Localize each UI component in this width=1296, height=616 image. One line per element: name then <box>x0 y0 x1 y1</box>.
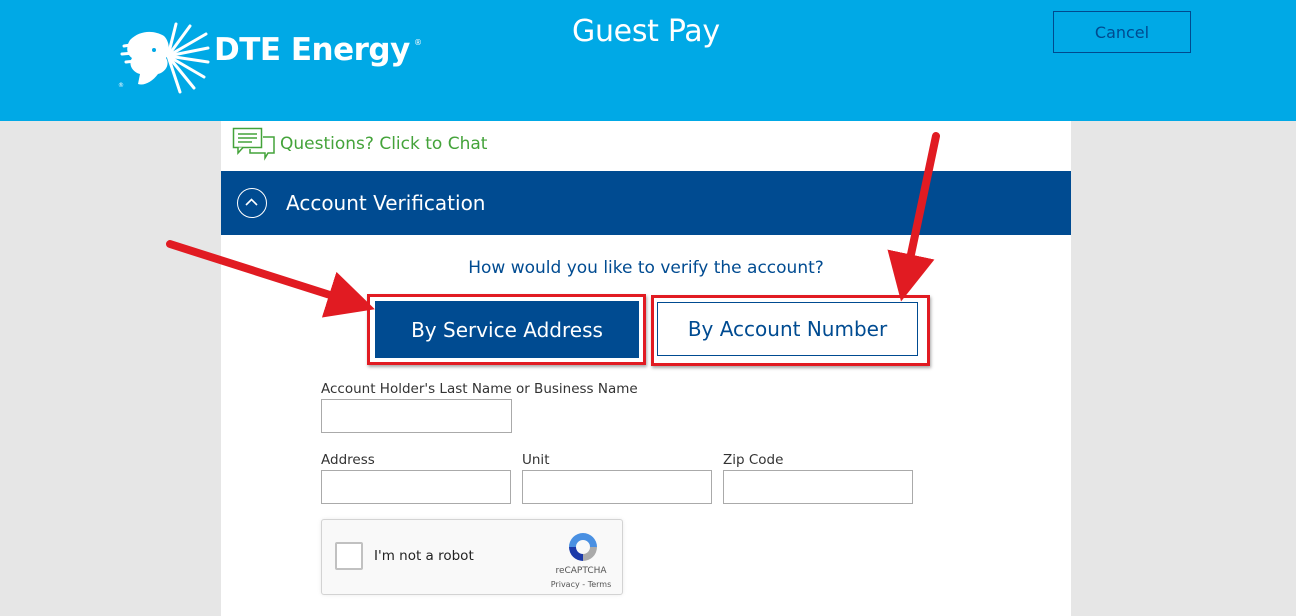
brand-name: DTE Energy <box>214 32 410 68</box>
recaptcha-widget: I'm not a robot reCAPTCHA Privacy - Term… <box>321 519 623 595</box>
address-input[interactable] <box>321 470 511 504</box>
recaptcha-brand: reCAPTCHA <box>555 566 607 576</box>
header: DTE Energy ® ® Guest Pay Cancel <box>0 0 1296 121</box>
zip-label: Zip Code <box>723 452 784 468</box>
last-name-label: Account Holder's Last Name or Business N… <box>321 381 638 397</box>
cancel-button[interactable]: Cancel <box>1053 11 1191 53</box>
recaptcha-checkbox[interactable] <box>335 542 363 570</box>
verify-question: How would you like to verify the account… <box>468 258 824 278</box>
registered-mark: ® <box>414 38 422 47</box>
page-title: Guest Pay <box>572 14 720 49</box>
address-label: Address <box>321 452 375 468</box>
chevron-up-icon <box>245 198 258 206</box>
main-panel: Questions? Click to Chat Account Verific… <box>221 121 1071 616</box>
recaptcha-label: I'm not a robot <box>374 548 474 564</box>
unit-label: Unit <box>522 452 550 468</box>
unit-input[interactable] <box>522 470 712 504</box>
chat-link[interactable]: Questions? Click to Chat <box>232 127 487 161</box>
dte-energy-logo[interactable]: DTE Energy ® ® <box>118 22 428 94</box>
sunburst-icon <box>120 22 210 94</box>
chat-bubbles-icon <box>232 127 275 161</box>
recaptcha-links[interactable]: Privacy - Terms <box>548 580 614 589</box>
recaptcha-icon <box>569 533 597 561</box>
last-name-input[interactable] <box>321 399 512 433</box>
collapse-toggle[interactable] <box>237 188 267 218</box>
by-service-address-button[interactable]: By Service Address <box>375 301 639 358</box>
by-account-number-button[interactable]: By Account Number <box>657 302 918 356</box>
zip-input[interactable] <box>723 470 913 504</box>
chat-label: Questions? Click to Chat <box>280 134 488 154</box>
account-verification-header[interactable]: Account Verification <box>221 171 1071 235</box>
section-title: Account Verification <box>286 191 486 215</box>
registered-mark-small: ® <box>118 82 124 89</box>
